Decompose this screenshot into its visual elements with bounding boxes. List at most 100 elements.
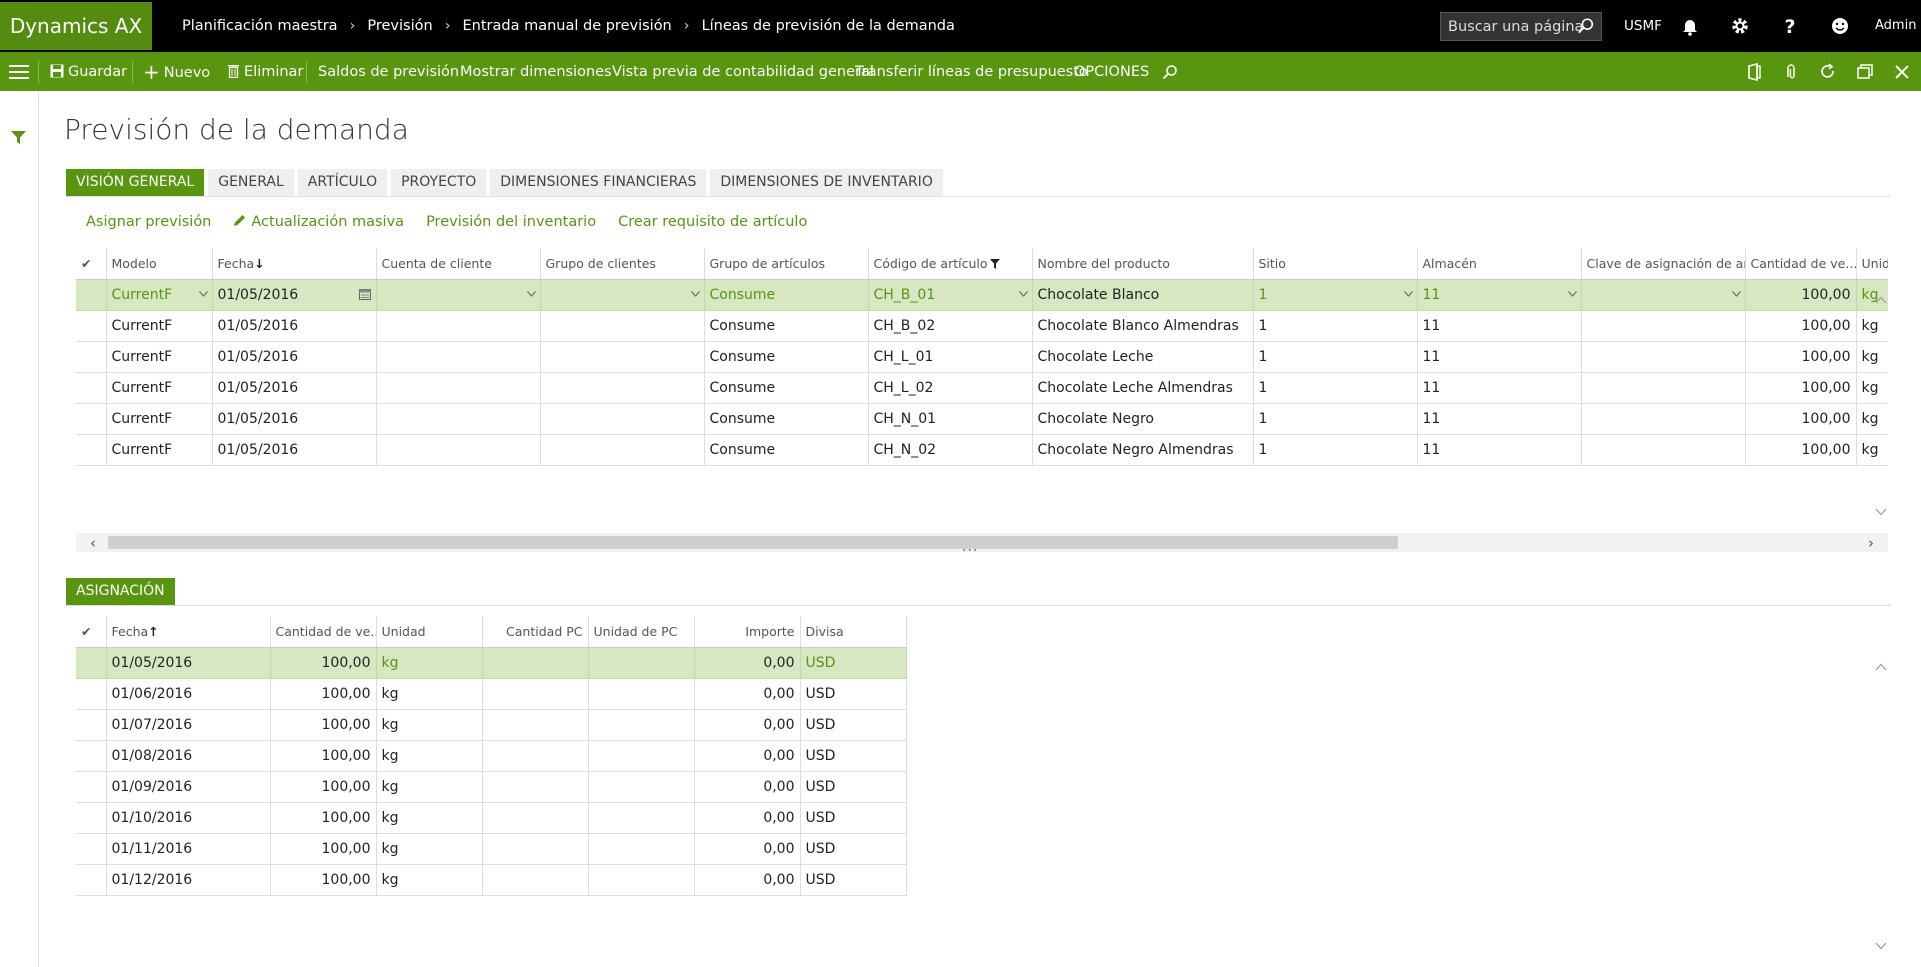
sales-quantity-cell[interactable]: 100,00 [1745, 434, 1857, 466]
scrollbar-thumb[interactable] [108, 536, 1398, 549]
column-header-customer-account[interactable]: Cuenta de cliente [376, 248, 541, 280]
site-cell[interactable]: 1 [1253, 372, 1418, 404]
scroll-up-icon[interactable] [1875, 296, 1887, 304]
tab-financial-dimensions[interactable]: DIMENSIONES FINANCIERAS [490, 169, 707, 196]
inventory-forecast-button[interactable]: Previsión del inventario [426, 214, 596, 230]
row-selector[interactable] [76, 678, 107, 710]
item-code-cell[interactable]: CH_N_02 [868, 434, 1033, 466]
calendar-icon[interactable] [358, 289, 371, 300]
unit-cell[interactable]: kg [376, 833, 483, 865]
unit-cell[interactable]: kg [376, 771, 483, 803]
item-group-cell[interactable]: Consume [704, 279, 869, 311]
unit-cell[interactable]: kg [1856, 403, 1888, 435]
model-cell[interactable]: CurrentF [106, 372, 213, 404]
column-header-sales-quantity[interactable]: Cantidad de ve... [1745, 248, 1857, 280]
tab-overview[interactable]: VISIÓN GENERAL [66, 169, 205, 196]
filter-icon[interactable] [11, 131, 26, 145]
cw-unit-cell[interactable] [588, 740, 695, 772]
amount-cell[interactable]: 0,00 [694, 771, 801, 803]
site-cell[interactable]: 1 [1253, 434, 1418, 466]
chevron-down-icon[interactable] [526, 291, 536, 297]
date-cell[interactable]: 01/08/2016 [106, 740, 271, 772]
sales-quantity-cell[interactable]: 100,00 [1745, 403, 1857, 435]
warehouse-cell[interactable]: 11 [1417, 403, 1582, 435]
save-button[interactable]: Guardar [50, 52, 127, 92]
cw-unit-cell[interactable] [588, 647, 695, 679]
chevron-down-icon[interactable] [1567, 291, 1577, 297]
column-header-warehouse[interactable]: Almacén [1417, 248, 1582, 280]
row-selector[interactable] [76, 310, 107, 342]
model-cell[interactable]: CurrentF [106, 279, 213, 311]
chevron-down-icon[interactable] [1731, 291, 1741, 297]
new-button[interactable]: + Nuevo [143, 52, 210, 93]
table-row[interactable]: CurrentF 01/05/2016 Consume CH_B_02 Choc… [76, 310, 1888, 342]
row-selector[interactable] [76, 341, 107, 373]
column-header-sales-quantity[interactable]: Cantidad de ve... [270, 616, 377, 648]
amount-cell[interactable]: 0,00 [694, 864, 801, 896]
warehouse-cell[interactable]: 11 [1417, 310, 1582, 342]
unit-cell[interactable]: kg [1856, 279, 1888, 311]
customer-account-cell[interactable] [376, 310, 541, 342]
site-cell[interactable]: 1 [1253, 310, 1418, 342]
cw-quantity-cell[interactable] [482, 740, 589, 772]
amount-cell[interactable]: 0,00 [694, 678, 801, 710]
currency-cell[interactable]: USD [800, 771, 907, 803]
model-cell[interactable]: CurrentF [106, 341, 213, 373]
row-selector[interactable] [76, 372, 107, 404]
unit-cell[interactable]: kg [376, 740, 483, 772]
row-selector[interactable] [76, 833, 107, 865]
sales-quantity-cell[interactable]: 100,00 [270, 647, 377, 679]
select-all-checkbox[interactable]: ✔ [76, 248, 107, 280]
row-selector[interactable] [76, 434, 107, 466]
date-cell[interactable]: 01/05/2016 [212, 372, 377, 404]
table-row[interactable]: 01/12/2016 100,00 kg 0,00 USD [76, 864, 907, 896]
cw-unit-cell[interactable] [588, 678, 695, 710]
item-code-cell[interactable]: CH_B_02 [868, 310, 1033, 342]
scroll-up-icon[interactable] [1875, 663, 1887, 671]
help-icon[interactable]: ? [1779, 15, 1801, 37]
item-code-cell[interactable]: CH_N_01 [868, 403, 1033, 435]
currency-cell[interactable]: USD [800, 678, 907, 710]
amount-cell[interactable]: 0,00 [694, 647, 801, 679]
breadcrumb-item[interactable]: Previsión [367, 18, 432, 34]
tab-allocation[interactable]: ASIGNACIÓN [66, 578, 175, 605]
delete-button[interactable]: Eliminar [228, 52, 303, 92]
chevron-down-icon[interactable] [198, 291, 208, 297]
site-cell[interactable]: 1 [1253, 279, 1418, 311]
date-cell[interactable]: 01/05/2016 [212, 310, 377, 342]
company-selector[interactable]: USMF [1624, 0, 1662, 52]
assign-forecast-button[interactable]: Asignar previsión [86, 214, 211, 230]
cw-unit-cell[interactable] [588, 864, 695, 896]
column-header-allocation-key[interactable]: Clave de asignación de artí... [1581, 248, 1746, 280]
amount-cell[interactable]: 0,00 [694, 833, 801, 865]
row-selector[interactable] [76, 864, 107, 896]
table-row[interactable]: CurrentF 01/05/2016 Consume CH_N_02 Choc… [76, 434, 1888, 466]
customer-group-cell[interactable] [540, 341, 705, 373]
column-header-cw-quantity[interactable]: Cantidad PC [482, 616, 589, 648]
table-row[interactable]: 01/08/2016 100,00 kg 0,00 USD [76, 740, 907, 772]
smiley-icon[interactable] [1829, 15, 1851, 37]
date-cell[interactable]: 01/07/2016 [106, 709, 271, 741]
column-header-item-code[interactable]: Código de artículo [868, 248, 1033, 280]
options-tab[interactable]: OPCIONES [1074, 52, 1149, 92]
customer-group-cell[interactable] [540, 372, 705, 404]
product-name-cell[interactable]: Chocolate Leche Almendras [1032, 372, 1254, 404]
warehouse-cell[interactable]: 11 [1417, 279, 1582, 311]
date-cell[interactable]: 01/11/2016 [106, 833, 271, 865]
chevron-down-icon[interactable] [1018, 291, 1028, 297]
mass-update-button[interactable]: Actualización masiva [233, 214, 404, 230]
customer-group-cell[interactable] [540, 434, 705, 466]
site-cell[interactable]: 1 [1253, 403, 1418, 435]
sales-quantity-cell[interactable]: 100,00 [1745, 310, 1857, 342]
search-input[interactable]: Buscar una página [1440, 12, 1602, 41]
row-selector[interactable] [76, 709, 107, 741]
breadcrumb-item[interactable]: Planificación maestra [182, 18, 338, 34]
ledger-preview-button[interactable]: Vista previa de contabilidad general [612, 52, 874, 92]
amount-cell[interactable]: 0,00 [694, 709, 801, 741]
cw-unit-cell[interactable] [588, 802, 695, 834]
allocation-key-cell[interactable] [1581, 434, 1746, 466]
cw-quantity-cell[interactable] [482, 802, 589, 834]
allocation-key-cell[interactable] [1581, 279, 1746, 311]
column-header-currency[interactable]: Divisa [800, 616, 907, 648]
warehouse-cell[interactable]: 11 [1417, 372, 1582, 404]
